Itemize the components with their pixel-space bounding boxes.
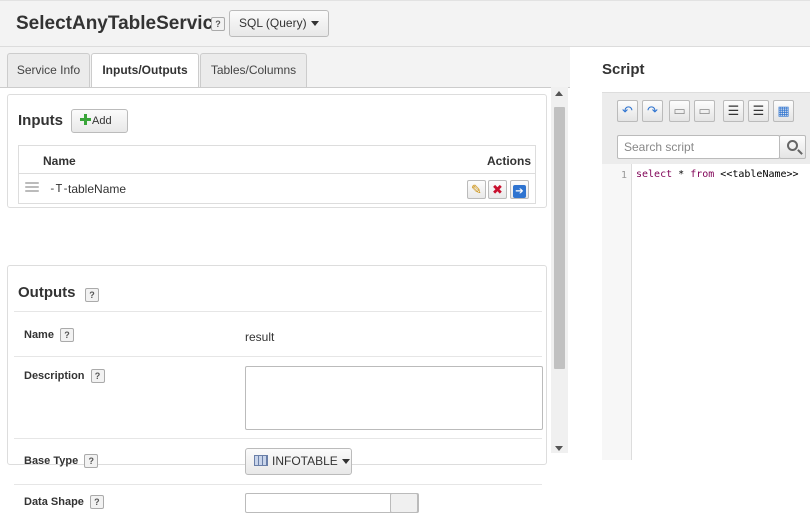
help-icon[interactable]: ? — [59, 328, 74, 342]
align-center-icon[interactable]: ☰ — [748, 100, 769, 122]
service-editor: Service Info Inputs/Outputs Tables/Colum… — [0, 47, 570, 513]
output-basetype-label: Base Type? — [24, 454, 99, 468]
title-bar: SelectAnyTableService ? SQL (Query) — [0, 0, 810, 47]
output-name-label: Name? — [24, 328, 74, 342]
add-input-button[interactable]: Add — [71, 109, 128, 133]
edit-icon[interactable]: ✎ — [467, 180, 486, 199]
inputs-table-header: Name Actions — [19, 146, 535, 174]
column-header-actions: Actions — [486, 154, 531, 168]
outputs-title: Outputs — [18, 284, 76, 301]
chevron-down-icon — [341, 459, 350, 465]
scroll-down-icon[interactable] — [555, 446, 563, 451]
service-title: SelectAnyTableService — [16, 13, 224, 34]
tab-service-info[interactable]: Service Info — [7, 53, 90, 87]
format-code-icon[interactable]: ▦ — [773, 100, 794, 122]
input-param-name: tableName — [68, 182, 127, 196]
open-arrow-icon[interactable]: ➔ — [510, 180, 529, 199]
remove-bookmark-icon[interactable]: ▭ — [694, 100, 715, 122]
add-input-label: Add — [92, 115, 112, 127]
search-button[interactable] — [779, 135, 806, 159]
drag-handle-icon[interactable] — [25, 182, 39, 194]
service-help-icon[interactable]: ? — [211, 17, 225, 31]
chevron-down-icon — [310, 21, 319, 27]
plus-icon — [80, 114, 91, 125]
align-left-icon[interactable]: ☰ — [723, 100, 744, 122]
scroll-thumb[interactable] — [554, 107, 565, 369]
tab-tables-columns[interactable]: Tables/Columns — [200, 53, 307, 87]
output-name-row: Name? result — [14, 311, 542, 356]
output-description-row: Description? — [14, 356, 543, 436]
string-type-icon: -T- — [49, 182, 69, 195]
output-datashape-row: Data Shape? — [14, 484, 542, 524]
inputs-panel: Inputs Add Name Actions -T- tableName ✎ … — [7, 94, 547, 208]
inputs-title: Inputs — [18, 112, 63, 129]
table-row[interactable]: -T- tableName ✎ ✖ ➔ — [19, 174, 535, 204]
column-header-name: Name — [43, 154, 76, 168]
undo-icon[interactable]: ↶ — [617, 100, 638, 122]
help-icon[interactable]: ? — [89, 495, 104, 509]
outputs-panel: Outputs ? Name? result Description? Base… — [7, 265, 547, 513]
code-line[interactable]: select * from <<tableName>> — [636, 169, 799, 180]
scroll-up-icon[interactable] — [555, 91, 563, 96]
add-bookmark-icon[interactable]: ▭ — [669, 100, 690, 122]
script-search-input[interactable]: Search script — [617, 135, 780, 159]
inputs-table: Name Actions -T- tableName ✎ ✖ ➔ — [18, 145, 536, 204]
redo-icon[interactable]: ↷ — [642, 100, 663, 122]
base-type-value: INFOTABLE — [272, 454, 338, 468]
outputs-help-icon[interactable]: ? — [85, 288, 99, 302]
help-icon[interactable]: ? — [90, 369, 105, 383]
infotable-icon — [254, 455, 268, 466]
script-editor[interactable]: 1 select * from <<tableName>> — [602, 164, 810, 460]
handler-dropdown[interactable]: SQL (Query) — [229, 10, 329, 37]
line-gutter: 1 — [602, 164, 632, 460]
base-type-dropdown[interactable]: INFOTABLE — [245, 448, 352, 475]
output-description-label: Description? — [24, 369, 105, 383]
handler-label: SQL (Query) — [239, 16, 307, 30]
script-title: Script — [602, 61, 645, 78]
output-datashape-label: Data Shape? — [24, 495, 104, 509]
scrollbar[interactable] — [551, 87, 568, 453]
help-icon[interactable]: ? — [84, 454, 99, 468]
description-field[interactable] — [245, 366, 543, 430]
script-toolbar: ↶ ↷ ▭ ▭ ☰ ☰ ▦ Search script — [602, 92, 810, 164]
tab-inputs-outputs[interactable]: Inputs/Outputs — [91, 53, 199, 88]
data-shape-picker-button[interactable] — [390, 493, 418, 513]
output-basetype-row: Base Type? INFOTABLE — [14, 438, 542, 483]
tab-content: Inputs Add Name Actions -T- tableName ✎ … — [0, 87, 570, 513]
output-name-value: result — [245, 330, 275, 344]
line-number: 1 — [620, 170, 627, 181]
delete-icon[interactable]: ✖ — [488, 180, 507, 199]
search-icon — [787, 140, 798, 151]
